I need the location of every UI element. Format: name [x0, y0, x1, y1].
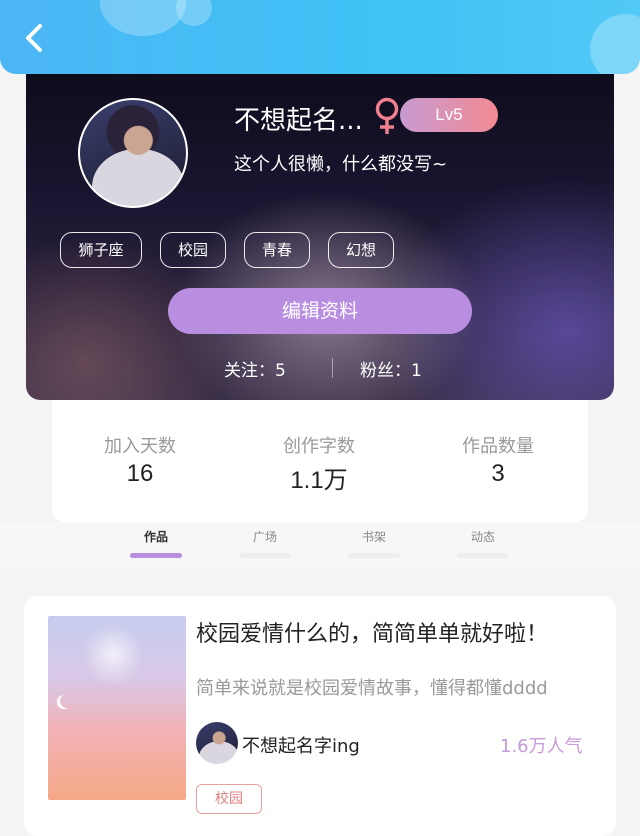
- back-button[interactable]: [14, 16, 54, 60]
- author-name[interactable]: 不想起名字ing: [242, 732, 360, 758]
- book-cover[interactable]: [48, 616, 186, 800]
- stat-value: 1.1万: [290, 467, 348, 494]
- username: 不想起名...: [234, 106, 363, 136]
- tab-feed[interactable]: 动态: [443, 528, 523, 545]
- stat-value: 3: [491, 460, 505, 487]
- stat-label: 加入天数: [104, 436, 176, 457]
- stat-label: 作品数量: [462, 436, 534, 457]
- female-icon: [375, 97, 399, 134]
- decor-bubble: [176, 0, 212, 26]
- stat-word-count: 创作字数 1.1万: [239, 432, 399, 495]
- level-badge: Lv5: [400, 98, 498, 132]
- avatar[interactable]: [78, 98, 188, 208]
- profile-tag[interactable]: 青春: [244, 232, 310, 268]
- tab-indicator: [348, 553, 400, 558]
- profile-tag[interactable]: 狮子座: [60, 232, 142, 268]
- chevron-left-icon: [26, 24, 42, 52]
- popularity-count: 1.6万人气: [500, 736, 583, 757]
- tab-indicator: [239, 553, 291, 558]
- top-bar: [0, 0, 640, 74]
- following-count[interactable]: 关注：5: [224, 356, 286, 381]
- tab-indicator: [130, 553, 182, 558]
- profile-tag[interactable]: 幻想: [328, 232, 394, 268]
- bio-text: 这个人很懒，什么都没写~: [234, 154, 448, 175]
- decor-bubble: [590, 14, 640, 74]
- cover-glow: [82, 624, 144, 686]
- stat-works-count: 作品数量 3: [418, 432, 578, 488]
- stat-join-days: 加入天数 16: [60, 432, 220, 488]
- divider: [332, 358, 333, 378]
- tab-square[interactable]: 广场: [225, 528, 305, 545]
- followers-count[interactable]: 粉丝：1: [360, 356, 422, 381]
- stat-value: 16: [126, 460, 154, 487]
- author-avatar[interactable]: [196, 722, 238, 764]
- work-title[interactable]: 校园爱情什么的，简简单单就好啦！: [196, 616, 548, 648]
- decor-bubble: [100, 0, 186, 36]
- follow-stats: 关注：5 粉丝：1: [26, 354, 614, 382]
- stats-card: 加入天数 16 创作字数 1.1万 作品数量 3: [52, 380, 588, 522]
- profile-card: 不想起名... Lv5 这个人很懒，什么都没写~ 狮子座 校园 青春 幻想 编辑…: [26, 62, 614, 400]
- tab-works[interactable]: 作品: [116, 528, 196, 545]
- tab-indicator: [457, 553, 509, 558]
- tab-bookshelf[interactable]: 书架: [334, 528, 414, 545]
- stat-label: 创作字数: [283, 436, 355, 457]
- moon-icon: [60, 694, 74, 708]
- work-tag[interactable]: 校园: [196, 784, 262, 814]
- tab-bar: 作品 广场 书架 动态: [0, 522, 640, 568]
- work-card[interactable]: 校园爱情什么的，简简单单就好啦！ 简单来说就是校园爱情故事，懂得都懂dddd 不…: [24, 596, 616, 836]
- profile-tag[interactable]: 校园: [160, 232, 226, 268]
- work-description: 简单来说就是校园爱情故事，懂得都懂dddd: [196, 678, 548, 699]
- edit-profile-button[interactable]: 编辑资料: [168, 288, 472, 334]
